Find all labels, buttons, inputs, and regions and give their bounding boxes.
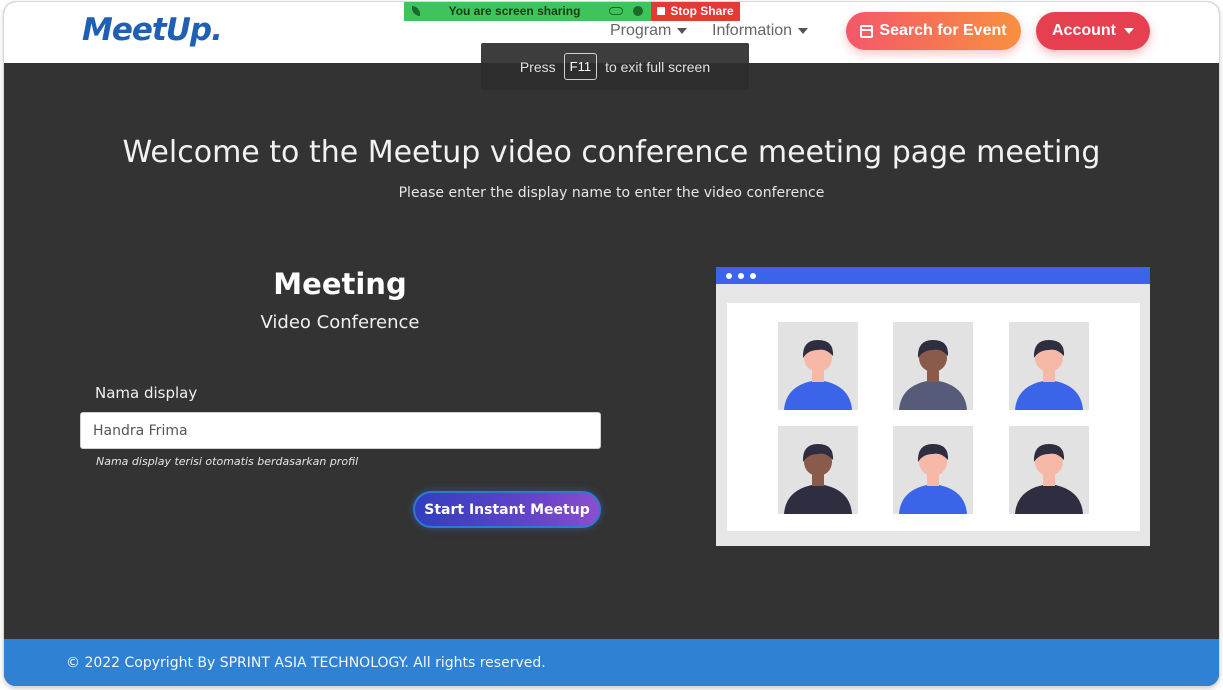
screen-share-message: You are screen sharing: [448, 3, 581, 18]
chevron-down-icon: [1124, 28, 1134, 34]
person-avatar-icon: [784, 444, 852, 514]
app-window: MeetUp. Program Information Search for E…: [4, 2, 1219, 686]
fullscreen-hint-suffix: to exit full screen: [605, 58, 711, 75]
participant-tile: [1009, 322, 1089, 410]
window-dot: [726, 273, 732, 279]
page-subtitle: Please enter the display name to enter t…: [398, 185, 825, 201]
display-name-hint: Nama display terisi otomatis berdasarkan…: [96, 455, 359, 468]
avatar-body: [784, 380, 852, 410]
start-instant-meetup-button[interactable]: Start Instant Meetup: [413, 491, 601, 528]
participant-tile: [1009, 426, 1089, 514]
nav-information-dropdown[interactable]: Information: [712, 22, 809, 40]
nav-program-label: Program: [610, 22, 672, 39]
leaf-icon: [412, 5, 420, 16]
display-name-label: Nama display: [95, 384, 198, 402]
participant-tile: [778, 322, 858, 410]
illustration-window-bar: [716, 267, 1150, 284]
search-for-event-label: Search for Event: [879, 22, 1007, 39]
nav-information-label: Information: [712, 22, 793, 39]
person-avatar-icon: [1015, 340, 1083, 410]
meeting-heading: Meeting: [273, 267, 407, 301]
nav-program-dropdown[interactable]: Program: [610, 22, 688, 40]
person-avatar-icon: [784, 340, 852, 410]
chevron-down-icon: [798, 28, 809, 34]
search-for-event-button[interactable]: Search for Event: [846, 12, 1021, 50]
f11-key: F11: [563, 53, 598, 80]
person-avatar-icon: [899, 340, 967, 410]
fullscreen-hint-press: Press: [519, 58, 556, 75]
stop-icon: [657, 6, 666, 15]
account-label: Account: [1052, 22, 1116, 39]
calendar-icon: [860, 24, 874, 38]
page-title: Welcome to the Meetup video conference m…: [122, 135, 1101, 170]
stop-share-button[interactable]: Stop Share: [651, 2, 740, 21]
window-dot: [738, 273, 744, 279]
account-dropdown-button[interactable]: Account: [1036, 12, 1150, 50]
participant-tile: [893, 426, 973, 514]
avatar-body: [899, 380, 967, 410]
window-dot: [750, 273, 756, 279]
stop-share-label: Stop Share: [670, 3, 734, 18]
meetup-logo[interactable]: MeetUp.: [82, 12, 223, 48]
cloud-icon: [609, 6, 623, 15]
participant-tile: [778, 426, 858, 514]
participant-grid: [727, 303, 1140, 531]
person-avatar-icon: [1015, 444, 1083, 514]
avatar-body: [1015, 380, 1083, 410]
avatar-body: [784, 484, 852, 514]
avatar-body: [899, 484, 967, 514]
screen-share-status: You are screen sharing: [404, 2, 651, 21]
footer: © 2022 Copyright By SPRINT ASIA TECHNOLO…: [4, 639, 1219, 686]
fullscreen-hint: Press F11 to exit full screen: [481, 43, 749, 90]
footer-copyright: © 2022 Copyright By SPRINT ASIA TECHNOLO…: [66, 655, 546, 671]
participant-tile: [893, 322, 973, 410]
display-name-input[interactable]: [80, 412, 601, 449]
shield-icon: [633, 5, 643, 16]
meeting-subheading: Video Conference: [260, 312, 420, 333]
person-avatar-icon: [899, 444, 967, 514]
chevron-down-icon: [677, 28, 688, 34]
screen-share-bar: You are screen sharing Stop Share: [404, 2, 740, 21]
video-conference-illustration: [716, 267, 1150, 546]
avatar-body: [1015, 484, 1083, 514]
